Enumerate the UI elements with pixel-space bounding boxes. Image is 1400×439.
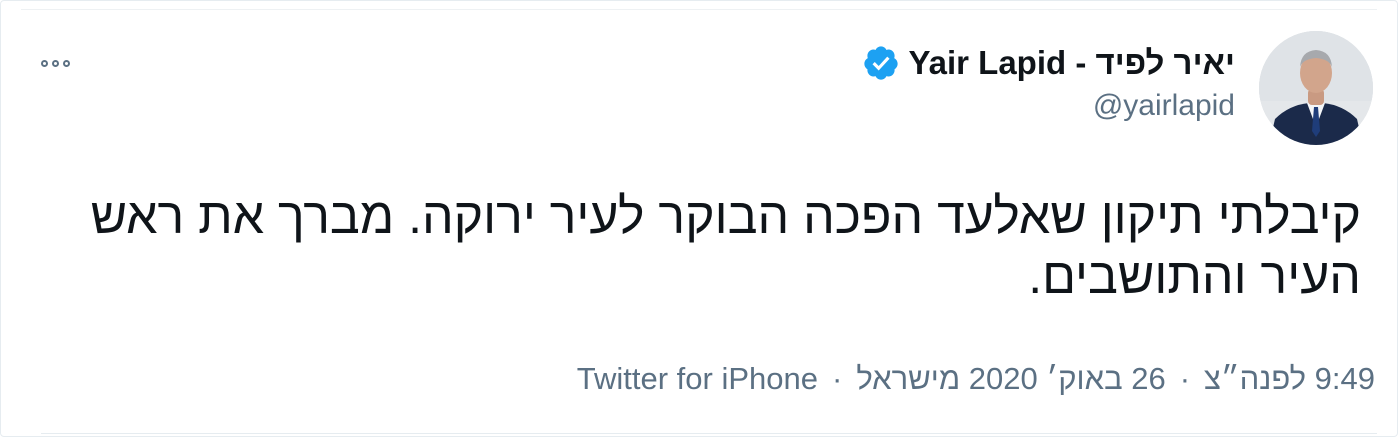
meta-separator: · [832, 361, 843, 396]
tweet-source-link[interactable]: Twitter for iPhone [577, 361, 818, 397]
more-options-icon [52, 59, 59, 67]
avatar[interactable] [1259, 31, 1373, 145]
meta-separator: · [1179, 361, 1191, 396]
verified-badge-icon [864, 46, 899, 80]
bottom-divider [41, 433, 1377, 434]
avatar-image [1259, 31, 1373, 145]
more-options-icon [63, 59, 70, 67]
tweet-date[interactable]: 26 באוק׳ 2020 מישראל [856, 361, 1165, 397]
tweet-text: קיבלתי תיקון שאלעד הפכה הבוקר לעיר ירוקה… [90, 188, 1361, 304]
more-options-icon [41, 59, 48, 67]
tweet-time[interactable]: 9:49 לפנה״צ [1204, 361, 1375, 397]
tweet-metadata: 9:49 לפנה״צ · 26 באוק׳ 2020 מישראל · Twi… [577, 357, 1375, 401]
tweet-card: Yair Lapid - יאיר לפיד @yairlapid קיבלתי… [0, 0, 1398, 437]
display-name: Yair Lapid - יאיר לפיד [908, 44, 1235, 81]
more-options-button[interactable] [41, 51, 89, 75]
author-name-link[interactable]: Yair Lapid - יאיר לפיד [862, 41, 1235, 85]
user-handle[interactable]: @yairlapid [1093, 89, 1235, 123]
top-divider [21, 9, 1377, 10]
